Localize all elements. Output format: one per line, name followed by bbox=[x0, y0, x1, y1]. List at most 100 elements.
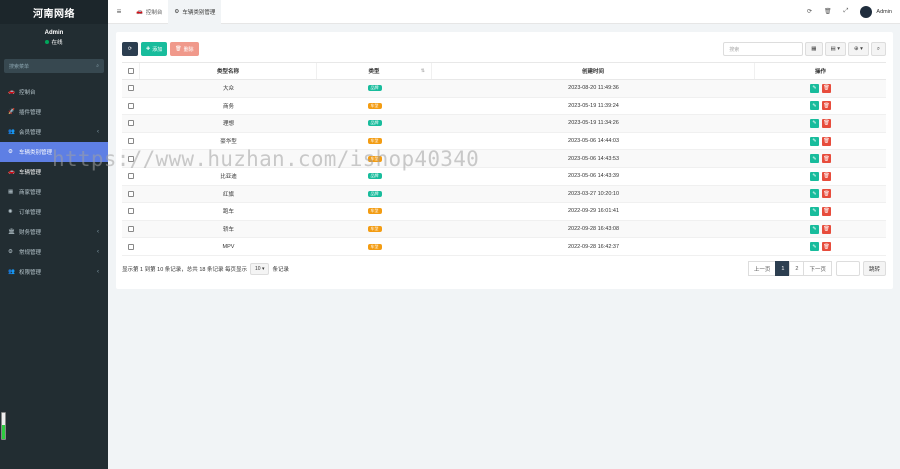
delete-row-button[interactable]: 🗑 bbox=[822, 242, 831, 252]
sidebar-item-5[interactable]: ▦ 商家管理 bbox=[0, 182, 108, 202]
edit-button[interactable]: ✎ bbox=[810, 206, 819, 216]
delete-row-button[interactable]: 🗑 bbox=[822, 206, 831, 216]
chevron-left-icon[interactable]: ‹ bbox=[97, 129, 99, 135]
sidebar-item-7[interactable]: 🏛 财务管理 ‹ bbox=[0, 222, 108, 242]
delete-row-button[interactable]: 🗑 bbox=[822, 118, 831, 128]
search-icon[interactable]: ⌕ bbox=[96, 63, 99, 69]
volume-indicator bbox=[1, 412, 6, 440]
sidebar-search-input[interactable]: 搜索菜单 ⌕ bbox=[4, 59, 104, 73]
header-type[interactable]: 类型 ⇅ bbox=[317, 63, 432, 79]
tab-1[interactable]: ⚙ 车辆类别管理 bbox=[168, 0, 222, 24]
page-size-select[interactable]: 10 ▾ bbox=[250, 263, 270, 275]
edit-button[interactable]: ✎ bbox=[810, 154, 819, 164]
edit-button[interactable]: ✎ bbox=[810, 118, 819, 128]
refresh-button[interactable]: ⟳ bbox=[122, 42, 138, 56]
sidebar-item-2[interactable]: 👥 会员管理 ‹ bbox=[0, 122, 108, 142]
refresh-icon[interactable]: ⟳ bbox=[807, 8, 812, 15]
table-row[interactable]: 理想 品牌 2023-05-19 11:34:26 ✎ 🗑 bbox=[122, 115, 886, 133]
select-all-checkbox[interactable] bbox=[127, 68, 134, 74]
refresh-icon: ⟳ bbox=[127, 46, 133, 52]
page-2-button[interactable]: 2 bbox=[789, 261, 805, 276]
jump-page-input[interactable] bbox=[835, 261, 860, 276]
avatar[interactable] bbox=[860, 5, 873, 18]
edit-button[interactable]: ✎ bbox=[810, 242, 819, 252]
tab-0[interactable]: 🚗 控制台 bbox=[130, 0, 168, 24]
row-checkbox[interactable] bbox=[128, 102, 134, 109]
sidebar-item-label: 财务管理 bbox=[19, 230, 42, 236]
row-select-cell bbox=[122, 155, 140, 162]
header-time[interactable]: 创建时间 bbox=[432, 63, 755, 79]
row-checkbox[interactable] bbox=[128, 208, 134, 215]
chevron-left-icon[interactable]: ‹ bbox=[97, 269, 99, 275]
delete-button[interactable]: 🗑 删除 bbox=[170, 42, 199, 56]
gear-icon: ⚙ bbox=[174, 8, 180, 15]
chevron-left-icon[interactable]: ‹ bbox=[97, 229, 99, 235]
delete-row-button[interactable]: 🗑 bbox=[822, 101, 831, 111]
row-checkbox[interactable] bbox=[128, 155, 134, 162]
sidebar-item-1[interactable]: 🚀 插件管理 bbox=[0, 102, 108, 122]
delete-row-button[interactable]: 🗑 bbox=[822, 189, 831, 199]
table-row[interactable]: 商务 车型 2023-05-19 11:39:24 ✎ 🗑 bbox=[122, 98, 886, 116]
edit-button[interactable]: ✎ bbox=[810, 224, 819, 234]
trash-icon[interactable]: 🗑 bbox=[824, 8, 832, 15]
row-checkbox[interactable] bbox=[128, 226, 134, 233]
delete-row-button[interactable]: 🗑 bbox=[822, 136, 831, 146]
page-1-button[interactable]: 1 bbox=[775, 261, 791, 276]
type-badge: 车型 bbox=[367, 226, 382, 233]
prev-page-button[interactable]: 上一页 bbox=[747, 261, 777, 276]
table-row[interactable]: MPV 车型 2022-09-28 16:42:37 ✎ 🗑 bbox=[122, 238, 886, 256]
app-logo[interactable]: 河南网络 bbox=[0, 0, 108, 24]
advanced-search-button[interactable]: ⌕ bbox=[870, 42, 886, 56]
header-name[interactable]: 类型名称 bbox=[140, 63, 317, 79]
table-row[interactable]: 车型 2023-05-06 14:43:53 ✎ 🗑 bbox=[122, 150, 886, 168]
pencil-icon: ✎ bbox=[812, 173, 817, 180]
table-row[interactable]: 跑车 车型 2022-09-29 16:01:41 ✎ 🗑 bbox=[122, 203, 886, 221]
add-button[interactable]: ✚ 添加 bbox=[141, 42, 168, 56]
sidebar-item-9[interactable]: 👥 权限管理 ‹ bbox=[0, 262, 108, 282]
chevron-left-icon[interactable]: ‹ bbox=[97, 249, 99, 255]
table-row[interactable]: 红旗 品牌 2023-03-27 10:20:10 ✎ 🗑 bbox=[122, 185, 886, 204]
cell-time: 2023-05-19 11:39:24 bbox=[568, 102, 619, 109]
table-row[interactable]: 大众 品牌 2023-08-20 11:49:36 ✎ 🗑 bbox=[122, 80, 886, 98]
edit-button[interactable]: ✎ bbox=[810, 171, 819, 181]
delete-row-button[interactable]: 🗑 bbox=[822, 154, 831, 164]
type-badge: 车型 bbox=[367, 102, 382, 109]
sort-icon[interactable]: ⇅ bbox=[421, 68, 425, 74]
edit-button[interactable]: ✎ bbox=[810, 101, 819, 111]
row-checkbox[interactable] bbox=[128, 243, 134, 250]
cell-name: 轿车 bbox=[222, 227, 234, 234]
sidebar-item-6[interactable]: ✺ 订单管理 bbox=[0, 202, 108, 222]
row-checkbox[interactable] bbox=[128, 190, 134, 197]
table-row[interactable]: 比亚迪 品牌 2023-05-06 14:43:39 ✎ 🗑 bbox=[122, 168, 886, 186]
cell-operations: ✎ 🗑 bbox=[755, 206, 886, 216]
sidebar-item-4[interactable]: 🚗 车辆管理 bbox=[0, 162, 108, 182]
export-button[interactable]: ⊕ ▾ bbox=[848, 42, 869, 56]
next-page-button[interactable]: 下一页 bbox=[803, 261, 832, 276]
delete-row-button[interactable]: 🗑 bbox=[822, 171, 831, 181]
sidebar-item-0[interactable]: 🚗 控制台 bbox=[0, 82, 108, 102]
fullscreen-icon[interactable]: ⤢ bbox=[844, 8, 849, 15]
toggle-view-button[interactable]: ▦ bbox=[805, 42, 823, 56]
row-checkbox[interactable] bbox=[128, 138, 134, 145]
delete-row-button[interactable]: 🗑 bbox=[822, 224, 831, 234]
table-row[interactable]: 豪华型 车型 2023-05-06 14:44:03 ✎ 🗑 bbox=[122, 133, 886, 151]
menu-toggle-icon[interactable]: ≡ bbox=[108, 7, 130, 16]
edit-button[interactable]: ✎ bbox=[810, 189, 819, 199]
edit-button[interactable]: ✎ bbox=[810, 136, 819, 146]
edit-button[interactable]: ✎ bbox=[810, 83, 819, 93]
car-icon: 🚗 bbox=[136, 8, 143, 15]
row-checkbox[interactable] bbox=[128, 173, 134, 180]
row-checkbox[interactable] bbox=[128, 120, 134, 127]
header-admin-name[interactable]: Admin bbox=[876, 9, 892, 15]
cell-name: 豪华型 bbox=[220, 139, 237, 146]
delete-row-button[interactable]: 🗑 bbox=[822, 83, 831, 93]
type-badge: 品牌 bbox=[367, 173, 382, 180]
sidebar-item-3[interactable]: ⚙ 车辆类别管理 bbox=[0, 142, 108, 162]
sidebar-item-8[interactable]: ⚙ 常规管理 ‹ bbox=[0, 242, 108, 262]
row-checkbox[interactable] bbox=[128, 85, 134, 92]
jump-button[interactable]: 跳转 bbox=[862, 261, 886, 276]
table-search-input[interactable]: 搜索 bbox=[723, 42, 804, 56]
pencil-icon: ✎ bbox=[812, 85, 817, 92]
columns-button[interactable]: ▤ ▾ bbox=[824, 42, 846, 56]
table-row[interactable]: 轿车 车型 2022-09-28 16:43:08 ✎ 🗑 bbox=[122, 220, 886, 239]
